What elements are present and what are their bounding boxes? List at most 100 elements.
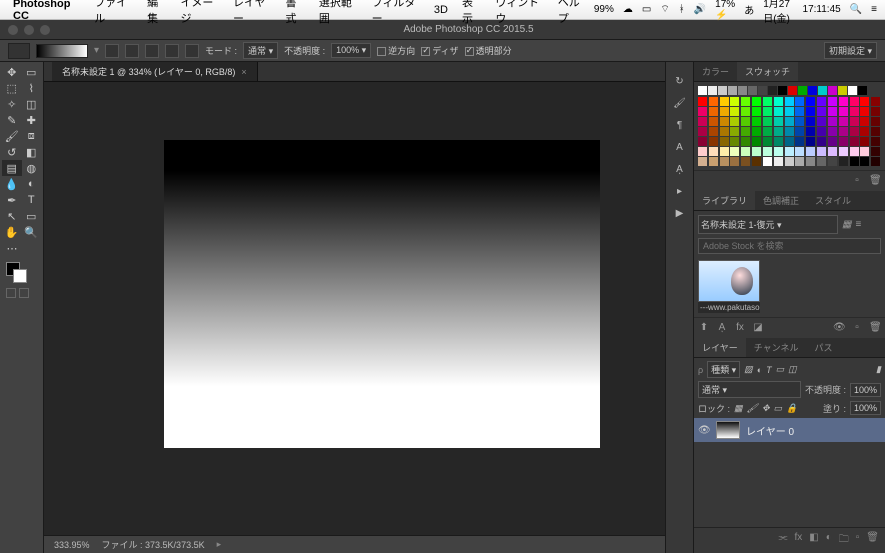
menu-filter[interactable]: フィルター — [372, 0, 420, 26]
swatch[interactable] — [828, 86, 837, 95]
swatch[interactable] — [774, 107, 783, 116]
stock-search-input[interactable] — [698, 238, 881, 254]
swatch[interactable] — [871, 147, 880, 156]
lib-upload-icon[interactable]: ⬆ — [698, 322, 710, 334]
swatch[interactable] — [763, 157, 772, 166]
swatch[interactable] — [839, 97, 848, 106]
delete-swatch-icon[interactable]: 🗑 — [869, 175, 881, 187]
lock-pixels-icon[interactable]: 🖌 — [747, 403, 758, 414]
layers-tab[interactable]: レイヤー — [694, 338, 746, 357]
swatch[interactable] — [871, 137, 880, 146]
gradient-linear-icon[interactable] — [105, 44, 119, 58]
gradient-diamond-icon[interactable] — [185, 44, 199, 58]
workspace-select[interactable]: 初期設定 ▾ — [824, 42, 877, 59]
channels-tab[interactable]: チャンネル — [746, 338, 807, 357]
swatch[interactable] — [709, 127, 718, 136]
magic-wand-tool[interactable]: ✧ — [2, 96, 22, 112]
pen-tool[interactable]: ✒ — [2, 192, 22, 208]
glyphs-panel-icon[interactable]: Aͅ — [672, 162, 688, 178]
swatch[interactable] — [720, 157, 729, 166]
swatch[interactable] — [741, 107, 750, 116]
swatch[interactable] — [806, 137, 815, 146]
swatch[interactable] — [860, 147, 869, 156]
file-size-status[interactable]: ファイル : 373.5K/373.5K — [102, 538, 205, 551]
zoom-window-button[interactable] — [40, 25, 50, 35]
healing-tool[interactable]: ✚ — [22, 112, 42, 128]
new-swatch-icon[interactable]: ▫ — [851, 175, 863, 187]
swatch[interactable] — [850, 157, 859, 166]
play-panel-icon[interactable]: ▶ — [672, 206, 688, 222]
swatch[interactable] — [798, 86, 807, 95]
lock-pos-icon[interactable]: ✥ — [762, 403, 770, 414]
lib-new-icon[interactable]: ▫ — [851, 322, 863, 334]
spotlight-icon[interactable]: 🔍 — [850, 4, 862, 15]
swatch[interactable] — [785, 97, 794, 106]
gradient-reflected-icon[interactable] — [165, 44, 179, 58]
swatch[interactable] — [828, 97, 837, 106]
swatch[interactable] — [709, 97, 718, 106]
swatch[interactable] — [828, 137, 837, 146]
swatch[interactable] — [850, 127, 859, 136]
swatch[interactable] — [698, 147, 707, 156]
swatch[interactable] — [795, 97, 804, 106]
actions-panel-icon[interactable]: ▸ — [672, 184, 688, 200]
eraser-tool[interactable]: ◧ — [22, 144, 42, 160]
volume-icon[interactable]: 🔊 — [694, 4, 706, 15]
swatch[interactable] — [795, 107, 804, 116]
clone-tool[interactable]: ⧈ — [22, 128, 42, 144]
swatch[interactable] — [741, 147, 750, 156]
swatch[interactable] — [848, 86, 857, 95]
app-name[interactable]: Photoshop CC — [13, 0, 80, 22]
swatch[interactable] — [850, 147, 859, 156]
swatch[interactable] — [698, 137, 707, 146]
swatch[interactable] — [778, 86, 787, 95]
libraries-tab[interactable]: ライブラリ — [694, 191, 755, 210]
swatch[interactable] — [788, 86, 797, 95]
swatch[interactable] — [709, 137, 718, 146]
shape-tool[interactable]: ▭ — [22, 208, 42, 224]
gradient-angle-icon[interactable] — [145, 44, 159, 58]
hand-tool[interactable]: ✋ — [2, 224, 22, 240]
swatch[interactable] — [768, 86, 777, 95]
brush-tool[interactable]: 🖌 — [2, 128, 22, 144]
swatch[interactable] — [709, 157, 718, 166]
eyedropper-tool[interactable]: ✎ — [2, 112, 22, 128]
brush-panel-icon[interactable]: 🖌 — [672, 96, 688, 112]
type-tool[interactable]: T — [22, 192, 42, 208]
menu-edit[interactable]: 編集 — [147, 0, 166, 26]
tool-preset-picker[interactable] — [8, 43, 30, 59]
bluetooth-icon[interactable]: ᚼ — [679, 4, 685, 15]
swatch[interactable] — [774, 137, 783, 146]
swatch[interactable] — [730, 117, 739, 126]
swatch[interactable] — [808, 86, 817, 95]
styles-tab[interactable]: スタイル — [807, 191, 859, 210]
swatch[interactable] — [709, 117, 718, 126]
menu-select[interactable]: 選択範囲 — [319, 0, 358, 26]
menu-file[interactable]: ファイル — [94, 0, 133, 26]
swatch[interactable] — [806, 117, 815, 126]
swatch[interactable] — [785, 127, 794, 136]
swatch[interactable] — [817, 107, 826, 116]
swatch[interactable] — [806, 147, 815, 156]
history-panel-icon[interactable]: ↻ — [672, 74, 688, 90]
filter-toggle[interactable]: ▮ — [876, 364, 881, 374]
transparency-checkbox[interactable] — [465, 47, 474, 56]
edit-toolbar[interactable]: ⋯ — [2, 240, 22, 256]
artboard-tool[interactable]: ▭ — [22, 64, 42, 80]
swatch[interactable] — [741, 137, 750, 146]
swatch[interactable] — [774, 157, 783, 166]
swatch[interactable] — [785, 107, 794, 116]
swatch[interactable] — [839, 117, 848, 126]
swatch[interactable] — [818, 86, 827, 95]
blend-mode-select[interactable]: 通常 ▾ — [243, 42, 278, 59]
swatch[interactable] — [817, 137, 826, 146]
swatch[interactable] — [752, 137, 761, 146]
menubar-date[interactable]: 1月27日(金) — [763, 0, 793, 25]
lib-visibility-icon[interactable]: 👁 — [833, 322, 845, 334]
swatch[interactable] — [698, 97, 707, 106]
swatch[interactable] — [752, 117, 761, 126]
swatch[interactable] — [752, 157, 761, 166]
swatch[interactable] — [752, 147, 761, 156]
menu-layer[interactable]: レイヤー — [233, 0, 271, 26]
blur-tool[interactable]: 💧 — [2, 176, 22, 192]
